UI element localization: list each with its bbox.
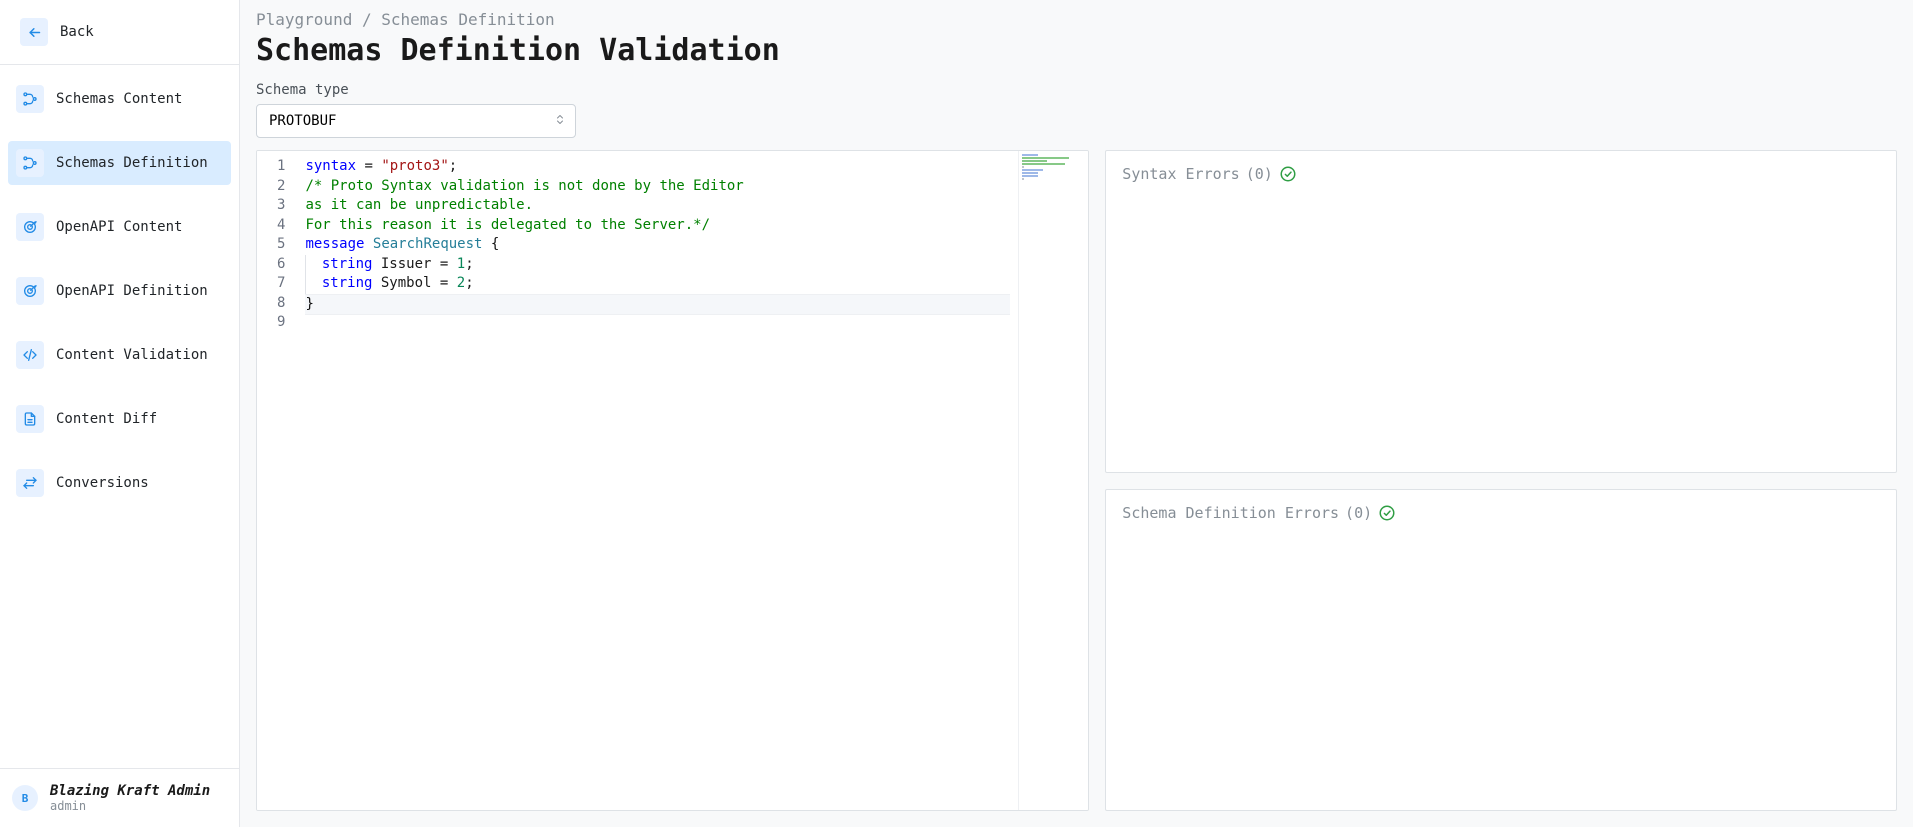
- schema-type-label: Schema type: [256, 82, 1897, 98]
- sidebar-item-label: Content Validation: [56, 347, 208, 363]
- validation-panels: Syntax Errors (0) Schema Definition Erro…: [1105, 150, 1897, 811]
- workspace: 123456789 syntax = "proto3";/* Proto Syn…: [256, 150, 1897, 811]
- code-line[interactable]: /* Proto Syntax validation is not done b…: [305, 177, 1010, 197]
- editor-gutter: 123456789: [257, 151, 297, 810]
- sidebar-nav: Schemas Content Schemas Definition OpenAPI…: [0, 65, 239, 533]
- sidebar-item-schemas-definition[interactable]: Schemas Definition: [8, 141, 231, 185]
- code-line[interactable]: string Symbol = 2;: [305, 274, 1010, 294]
- sidebar-item-content-validation[interactable]: Content Validation: [8, 333, 231, 377]
- sidebar-back-section: Back: [0, 0, 239, 65]
- sidebar-item-label: OpenAPI Content: [56, 219, 182, 235]
- syntax-errors-label: Syntax Errors: [1122, 165, 1239, 183]
- schema-type-select[interactable]: PROTOBUF: [256, 104, 576, 138]
- schema-type-select-wrap: PROTOBUF: [256, 104, 576, 138]
- line-number: 9: [277, 313, 285, 333]
- sidebar-item-label: Schemas Definition: [56, 155, 208, 171]
- file-icon: [16, 405, 44, 433]
- line-number: 7: [277, 274, 285, 294]
- avatar: B: [12, 785, 38, 811]
- footer-name: Blazing Kraft Admin: [50, 783, 210, 799]
- schema-errors-label: Schema Definition Errors: [1122, 504, 1339, 522]
- back-button[interactable]: Back: [12, 10, 227, 54]
- sidebar-item-openapi-content[interactable]: OpenAPI Content: [8, 205, 231, 249]
- app-root: Back Schemas Content Schemas Definition Op…: [0, 0, 1913, 827]
- sidebar-item-openapi-definition[interactable]: OpenAPI Definition: [8, 269, 231, 313]
- swap-icon: [16, 469, 44, 497]
- breadcrumb-leaf[interactable]: Schemas Definition: [381, 10, 554, 29]
- line-number: 3: [277, 196, 285, 216]
- main-content: Playground / Schemas Definition Schemas …: [240, 0, 1913, 827]
- sidebar-item-content-diff[interactable]: Content Diff: [8, 397, 231, 441]
- line-number: 1: [277, 157, 285, 177]
- check-circle-icon: [1378, 504, 1396, 522]
- breadcrumb: Playground / Schemas Definition: [256, 10, 1897, 29]
- breadcrumb-root[interactable]: Playground: [256, 10, 352, 29]
- sidebar-item-schemas-content[interactable]: Schemas Content: [8, 77, 231, 121]
- sidebar-item-label: OpenAPI Definition: [56, 283, 208, 299]
- line-number: 8: [277, 294, 285, 314]
- sidebar-item-label: Content Diff: [56, 411, 157, 427]
- editor-body[interactable]: syntax = "proto3";/* Proto Syntax valida…: [297, 151, 1018, 810]
- code-line[interactable]: }: [305, 294, 1010, 316]
- sidebar-item-conversions[interactable]: Conversions: [8, 461, 231, 505]
- syntax-errors-header: Syntax Errors (0): [1122, 165, 1880, 183]
- code-editor[interactable]: 123456789 syntax = "proto3";/* Proto Syn…: [256, 150, 1089, 811]
- breadcrumb-sep: /: [362, 10, 372, 29]
- schema-errors-count: (0): [1345, 504, 1372, 522]
- line-number: 6: [277, 255, 285, 275]
- schema-errors-panel: Schema Definition Errors (0): [1105, 489, 1897, 812]
- page-title: Schemas Definition Validation: [256, 33, 1897, 68]
- sidebar-item-label: Conversions: [56, 475, 149, 491]
- line-number: 2: [277, 177, 285, 197]
- check-circle-icon: [1279, 165, 1297, 183]
- code-line[interactable]: string Issuer = 1;: [305, 255, 1010, 275]
- code-icon: [16, 341, 44, 369]
- line-number: 4: [277, 216, 285, 236]
- sidebar-item-label: Schemas Content: [56, 91, 182, 107]
- sidebar: Back Schemas Content Schemas Definition Op…: [0, 0, 240, 827]
- footer-user: Blazing Kraft Admin admin: [50, 783, 210, 813]
- schema-errors-header: Schema Definition Errors (0): [1122, 504, 1880, 522]
- target-icon: [16, 277, 44, 305]
- code-line[interactable]: For this reason it is delegated to the S…: [305, 216, 1010, 236]
- syntax-errors-count: (0): [1246, 165, 1273, 183]
- tree-icon: [16, 149, 44, 177]
- footer-role: admin: [50, 799, 210, 813]
- tree-icon: [16, 85, 44, 113]
- syntax-errors-panel: Syntax Errors (0): [1105, 150, 1897, 473]
- code-line[interactable]: message SearchRequest {: [305, 235, 1010, 255]
- editor-minimap[interactable]: [1018, 151, 1088, 810]
- back-label: Back: [60, 24, 94, 40]
- sidebar-scroll: Back Schemas Content Schemas Definition Op…: [0, 0, 239, 768]
- target-icon: [16, 213, 44, 241]
- arrow-left-icon: [20, 18, 48, 46]
- code-line[interactable]: syntax = "proto3";: [305, 157, 1010, 177]
- code-line[interactable]: as it can be unpredictable.: [305, 196, 1010, 216]
- sidebar-footer[interactable]: B Blazing Kraft Admin admin: [0, 768, 239, 827]
- line-number: 5: [277, 235, 285, 255]
